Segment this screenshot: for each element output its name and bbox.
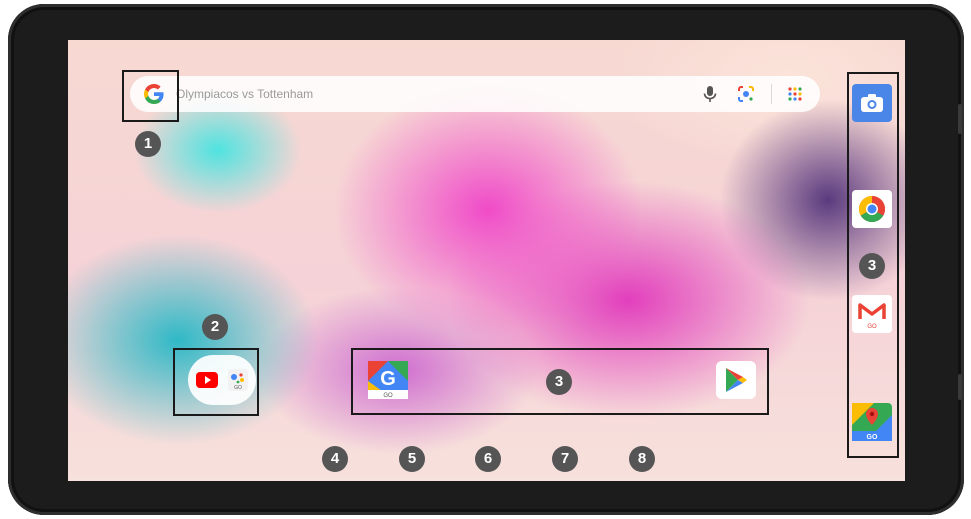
search-divider bbox=[771, 84, 772, 104]
callout-number-5: 5 bbox=[399, 446, 425, 472]
power-button bbox=[958, 104, 962, 134]
microphone-icon[interactable] bbox=[699, 83, 721, 105]
callout-number-2: 2 bbox=[202, 314, 228, 340]
callout-box-2 bbox=[173, 348, 259, 416]
callout-number-6: 6 bbox=[475, 446, 501, 472]
callout-number-7: 7 bbox=[552, 446, 578, 472]
callout-number-3-rail: 3 bbox=[859, 253, 885, 279]
google-search-bar[interactable]: Olympiacos vs Tottenham bbox=[130, 76, 820, 112]
apps-grid-icon[interactable] bbox=[784, 83, 806, 105]
lens-icon[interactable] bbox=[735, 83, 757, 105]
callout-box-1 bbox=[122, 70, 179, 122]
callout-number-3-dock: 3 bbox=[546, 369, 572, 395]
volume-button bbox=[958, 374, 962, 400]
search-query-text[interactable]: Olympiacos vs Tottenham bbox=[176, 87, 699, 101]
callout-number-4: 4 bbox=[322, 446, 348, 472]
callout-number-8: 8 bbox=[629, 446, 655, 472]
callout-number-1: 1 bbox=[135, 131, 161, 157]
